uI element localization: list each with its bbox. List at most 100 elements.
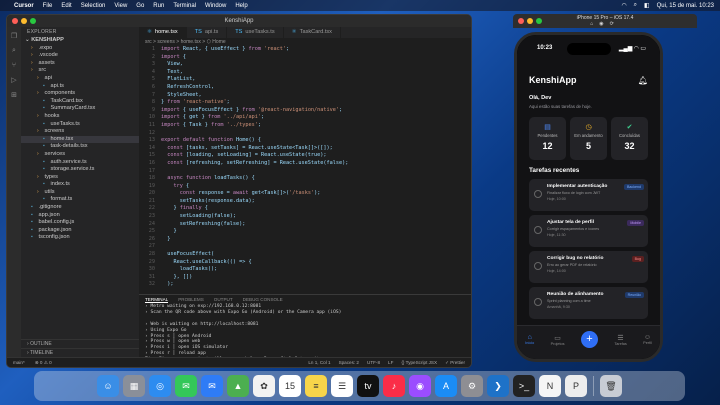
- dock-mail-icon[interactable]: ✉: [201, 375, 223, 397]
- tree-folder[interactable]: › api: [21, 75, 139, 83]
- control-center-icon[interactable]: ◧: [644, 2, 650, 9]
- tree-file[interactable]: ▪ TaskCard.tsx: [21, 98, 139, 106]
- tree-file[interactable]: ▪ tsconfig.json: [21, 234, 139, 242]
- tree-folder[interactable]: › src: [21, 67, 139, 75]
- dock-launchpad-icon[interactable]: ▦: [123, 375, 145, 397]
- status-cursor-position[interactable]: Ln 1, Col 1: [308, 360, 330, 366]
- tree-folder[interactable]: › services: [21, 151, 139, 159]
- dock-tv-icon[interactable]: tv: [357, 375, 379, 397]
- dock-notes-icon[interactable]: ≡: [305, 375, 327, 397]
- menu-go[interactable]: Go: [136, 3, 144, 9]
- dock-messages-icon[interactable]: ✉: [175, 375, 197, 397]
- add-task-button[interactable]: +: [580, 331, 598, 348]
- dock-music-icon[interactable]: ♪: [383, 375, 405, 397]
- screenshot-icon[interactable]: ◉: [599, 21, 609, 27]
- tree-folder[interactable]: › screens: [21, 128, 139, 136]
- menu-file[interactable]: File: [43, 3, 53, 9]
- dock-app-store-icon[interactable]: A: [435, 375, 457, 397]
- dock-reminders-icon[interactable]: ☰: [331, 375, 353, 397]
- tree-file[interactable]: ▪ storage.service.ts: [21, 166, 139, 174]
- dock-notion-icon[interactable]: N: [539, 375, 561, 397]
- sim-minimize-button[interactable]: [527, 18, 533, 24]
- rotate-icon[interactable]: ⟳: [610, 21, 620, 27]
- menu-selection[interactable]: Selection: [81, 3, 106, 9]
- status-indentation[interactable]: Spaces: 2: [339, 360, 359, 366]
- tree-file[interactable]: ▪ auth.service.ts: [21, 159, 139, 167]
- tab-perfil[interactable]: ☺ Perfil: [643, 334, 652, 345]
- tree-file[interactable]: ▪ .gitignore: [21, 204, 139, 212]
- task-card[interactable]: Implementar autenticação Finalizar fluxo …: [529, 179, 648, 211]
- search-icon[interactable]: ⌕: [12, 47, 16, 55]
- sim-close-button[interactable]: [518, 18, 524, 24]
- task-checkbox[interactable]: [534, 190, 542, 198]
- code-editor[interactable]: 1 import React, { useEffect } from 'react…: [139, 46, 471, 294]
- home-button-icon[interactable]: ⌂: [590, 21, 599, 27]
- tab-tarefas[interactable]: ☰ Tarefas: [614, 334, 626, 346]
- dock-trash-icon[interactable]: 🗑: [600, 375, 622, 397]
- wifi-icon[interactable]: ◠: [621, 2, 626, 9]
- status-eol[interactable]: LF: [388, 360, 393, 366]
- tree-folder[interactable]: › hooks: [21, 113, 139, 121]
- tree-folder[interactable]: › types: [21, 174, 139, 182]
- tab-inicio[interactable]: ⌂ Início: [525, 334, 534, 345]
- dock-podcasts-icon[interactable]: ◉: [409, 375, 431, 397]
- panel-tab-debug-console[interactable]: DEBUG CONSOLE: [243, 297, 283, 302]
- task-checkbox[interactable]: [534, 262, 542, 270]
- menu-window[interactable]: Window: [205, 3, 226, 9]
- tree-file[interactable]: ▪ home.tsx: [21, 135, 139, 144]
- tree-folder[interactable]: › utils: [21, 189, 139, 197]
- dock-postman-icon[interactable]: P: [565, 375, 587, 397]
- dock-maps-icon[interactable]: ▲: [227, 375, 249, 397]
- menu-edit[interactable]: Edit: [61, 3, 71, 9]
- extensions-icon[interactable]: ⊞: [11, 91, 17, 99]
- menu-help[interactable]: Help: [235, 3, 247, 9]
- dock-calendar-icon[interactable]: 15: [279, 375, 301, 397]
- zoom-window-button[interactable]: [30, 18, 36, 24]
- tree-file[interactable]: ▪ index.ts: [21, 181, 139, 189]
- dock-settings-icon[interactable]: ⚙: [461, 375, 483, 397]
- dock-safari-icon[interactable]: ◎: [149, 375, 171, 397]
- menu-terminal[interactable]: Terminal: [173, 3, 196, 9]
- dock-vscode-icon[interactable]: ❯: [487, 375, 509, 397]
- files-icon[interactable]: ❐: [11, 32, 17, 40]
- tree-file[interactable]: ▪ format.ts: [21, 196, 139, 204]
- task-checkbox[interactable]: [534, 226, 542, 234]
- menu-run[interactable]: Run: [153, 3, 164, 9]
- menubar-clock[interactable]: Qui, 15 de mai. 10:23: [657, 3, 714, 9]
- bell-icon[interactable]: 🔔︎: [638, 76, 648, 85]
- dock-photos-icon[interactable]: ✿: [253, 375, 275, 397]
- summary-card-done[interactable]: ✔ Concluídas 32: [611, 117, 648, 160]
- tab-home-tsx[interactable]: ⚛ home.tsx: [139, 27, 187, 38]
- tree-file[interactable]: ▪ api.ts: [21, 83, 139, 91]
- tree-file[interactable]: ▪ SummaryCard.tsx: [21, 105, 139, 113]
- project-root[interactable]: ⌄ KENSHIAPP: [21, 37, 139, 45]
- tree-folder[interactable]: › .vscode: [21, 52, 139, 60]
- panel-tab-problems[interactable]: PROBLEMS: [178, 297, 204, 302]
- status-branch[interactable]: main*: [13, 360, 25, 365]
- panel-tab-output[interactable]: OUTPUT: [214, 297, 233, 302]
- tab-taskcard-tsx[interactable]: ⚛ TaskCard.tsx: [284, 27, 341, 38]
- run-debug-icon[interactable]: ▷: [11, 76, 16, 84]
- sim-zoom-button[interactable]: [536, 18, 542, 24]
- panel-tab-terminal[interactable]: TERMINAL: [145, 297, 169, 303]
- tree-file[interactable]: ▪ babel.config.js: [21, 219, 139, 227]
- tab-projetos[interactable]: ▭ Projetos: [551, 334, 565, 346]
- search-icon[interactable]: ⌕: [634, 2, 637, 9]
- minimize-window-button[interactable]: [21, 18, 27, 24]
- tree-file[interactable]: ▪ task-details.tsx: [21, 143, 139, 151]
- menu-view[interactable]: View: [114, 3, 127, 9]
- tree-folder[interactable]: › .expo: [21, 45, 139, 53]
- dock-terminal-icon[interactable]: >_: [513, 375, 535, 397]
- close-window-button[interactable]: [12, 18, 18, 24]
- status-language[interactable]: {} TypeScript JSX: [401, 360, 437, 366]
- task-card[interactable]: Corrigir bug no relatório Erro ao gerar P…: [529, 251, 648, 283]
- breadcrumb[interactable]: src > screens > home.tsx > ⬡ Home: [139, 38, 471, 46]
- tree-folder[interactable]: › assets: [21, 60, 139, 68]
- tab-usetasks-ts[interactable]: TS useTasks.ts: [227, 27, 284, 38]
- outline-section[interactable]: › OUTLINE: [21, 339, 139, 348]
- task-checkbox[interactable]: [534, 298, 542, 306]
- status-problems[interactable]: ⊗ 0 ⚠ 0: [35, 360, 52, 366]
- status-prettier[interactable]: ✓ Prettier: [445, 360, 465, 366]
- source-control-icon[interactable]: ⑂: [12, 62, 16, 69]
- tree-file[interactable]: ▪ useTasks.ts: [21, 121, 139, 129]
